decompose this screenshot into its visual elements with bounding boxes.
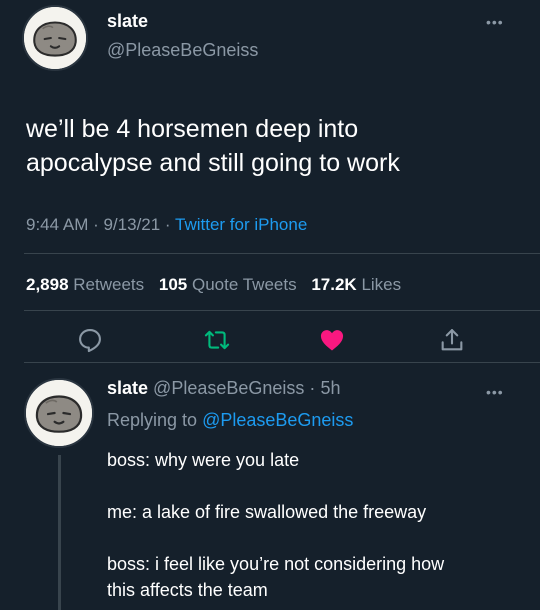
timestamp[interactable]: 9:44 AM · 9/13/21 · (26, 215, 175, 234)
reply-text-line: boss: why were you late (107, 450, 300, 470)
reply-text-line: this affects the team (107, 580, 268, 600)
share-icon[interactable] (438, 326, 466, 354)
tweet-meta: 9:44 AM · 9/13/21 · Twitter for iPhone (26, 215, 307, 235)
thread-line (58, 455, 61, 610)
reply-separator: · (309, 378, 316, 398)
tweet-text-line: we’ll be 4 horsemen deep into (26, 115, 359, 143)
replying-to-mention[interactable]: @PleaseBeGneiss (202, 410, 353, 430)
divider (24, 310, 540, 311)
retweet-icon[interactable] (203, 326, 231, 354)
replying-to: Replying to @PleaseBeGneiss (107, 410, 353, 431)
reply-text-line: me: a lake of fire swallowed the freeway (107, 502, 427, 522)
source-link[interactable]: Twitter for iPhone (175, 215, 307, 234)
retweets-count: 2,898 (26, 275, 69, 294)
reply-text-line: boss: i feel like you’re not considering… (107, 554, 445, 574)
retweets-stat[interactable]: 2,898 Retweets (26, 275, 144, 294)
quotes-label: Quote Tweets (192, 275, 297, 294)
reply-display-name[interactable]: slate (107, 378, 148, 398)
rock-avatar-icon (24, 7, 86, 69)
like-icon[interactable] (318, 326, 346, 354)
quotes-count: 105 (158, 275, 188, 294)
avatar[interactable] (24, 378, 94, 448)
retweets-label: Retweets (73, 275, 145, 294)
reply-handle[interactable]: @PleaseBeGneiss (153, 378, 304, 398)
divider (24, 253, 540, 254)
more-dots-icon[interactable]: ••• (486, 14, 504, 30)
display-name[interactable]: slate (107, 11, 148, 32)
user-handle[interactable]: @PleaseBeGneiss (107, 40, 258, 61)
likes-stat[interactable]: 17.2K Likes (311, 275, 401, 294)
reply-time[interactable]: 5h (320, 378, 340, 398)
tweet-text: we’ll be 4 horsemen deep into apocalypse… (26, 112, 526, 180)
divider (24, 362, 540, 363)
rock-avatar-icon (26, 380, 92, 446)
tweet-text-line: apocalypse and still going to work (26, 149, 400, 177)
quotes-stat[interactable]: 105 Quote Tweets (159, 275, 297, 294)
more-dots-icon[interactable]: ••• (486, 384, 504, 400)
replying-to-label: Replying to (107, 410, 198, 430)
likes-label: Likes (361, 275, 402, 294)
reply-header: slate @PleaseBeGneiss · 5h (107, 378, 340, 399)
engagement-stats: 2,898 Retweets 105 Quote Tweets 17.2K Li… (26, 275, 401, 295)
likes-count: 17.2K (311, 275, 357, 294)
reply-icon[interactable] (76, 326, 104, 354)
avatar[interactable] (22, 5, 88, 71)
